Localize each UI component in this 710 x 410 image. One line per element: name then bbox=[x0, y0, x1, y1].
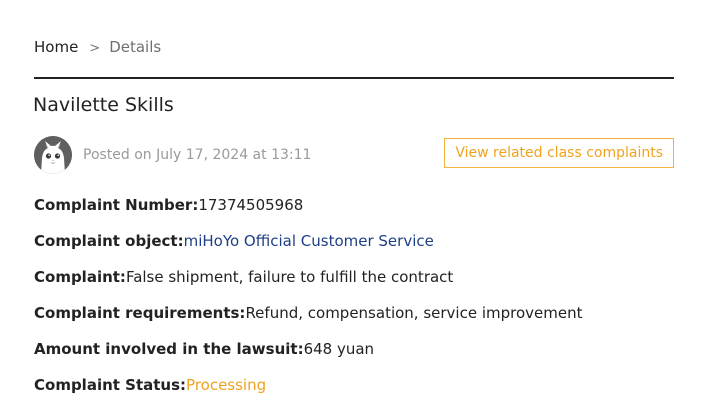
breadcrumb-current: Details bbox=[109, 38, 162, 56]
breadcrumb-separator: > bbox=[89, 41, 101, 56]
breadcrumb-home-link[interactable]: Home bbox=[34, 38, 78, 56]
header-divider bbox=[34, 77, 674, 79]
status-badge: Processing bbox=[186, 376, 267, 394]
complaint-requirements-row: Complaint requirements:Refund, compensat… bbox=[34, 302, 684, 338]
complaint-object-label: Complaint object: bbox=[34, 232, 184, 250]
complaint-requirements-label: Complaint requirements: bbox=[34, 304, 246, 322]
complaint-status-label: Complaint Status: bbox=[34, 376, 187, 394]
amount-value: 648 yuan bbox=[303, 340, 375, 358]
cat-avatar-icon bbox=[34, 136, 72, 174]
complaint-number-value: 17374505968 bbox=[198, 196, 304, 214]
complaint-object-row: Complaint object:miHoYo Official Custome… bbox=[34, 230, 684, 266]
complaint-number-label: Complaint Number: bbox=[34, 196, 199, 214]
complaint-requirements-value: Refund, compensation, service improvemen… bbox=[245, 304, 583, 322]
amount-row: Amount involved in the lawsuit:648 yuan bbox=[34, 338, 684, 374]
complaint-label: Complaint: bbox=[34, 268, 126, 286]
complaint-status-row: Complaint Status:Processing bbox=[34, 374, 684, 410]
page-title: Navilette Skills bbox=[33, 94, 174, 116]
posted-timestamp: Posted on July 17, 2024 at 13:11 bbox=[83, 147, 312, 163]
post-meta: Posted on July 17, 2024 at 13:11 View re… bbox=[34, 136, 674, 174]
complaint-value: False shipment, failure to fulfill the c… bbox=[125, 268, 454, 286]
view-related-complaints-button[interactable]: View related class complaints bbox=[444, 138, 674, 168]
complaint-details: Complaint Number:17374505968 Complaint o… bbox=[34, 194, 684, 410]
complaint-object-link[interactable]: miHoYo Official Customer Service bbox=[184, 232, 434, 250]
avatar bbox=[34, 136, 72, 174]
complaint-number-row: Complaint Number:17374505968 bbox=[34, 194, 684, 230]
amount-label: Amount involved in the lawsuit: bbox=[34, 340, 304, 358]
complaint-row: Complaint:False shipment, failure to ful… bbox=[34, 266, 684, 302]
breadcrumb: Home > Details bbox=[34, 37, 161, 59]
